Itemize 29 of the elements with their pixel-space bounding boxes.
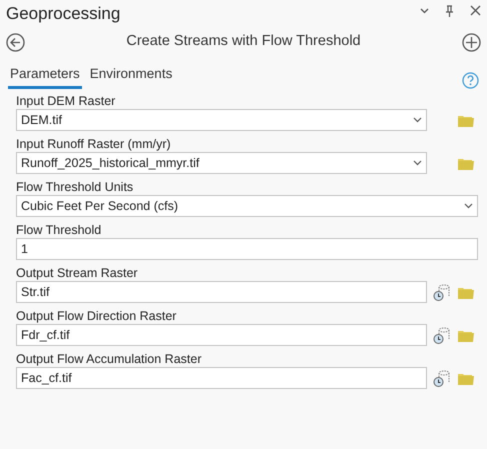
parameter-label: Input DEM Raster: [16, 93, 116, 109]
parameter-label: Flow Threshold Units: [16, 179, 134, 195]
parameter-label: Output Stream Raster: [16, 265, 139, 281]
help-button[interactable]: [462, 72, 479, 89]
dataset-button[interactable]: [433, 326, 450, 344]
close-button[interactable]: [470, 4, 481, 17]
tool-title: Create Streams with Flow Threshold: [126, 32, 361, 52]
tab[interactable]: Parameters: [8, 64, 82, 89]
back-button[interactable]: [6, 32, 25, 52]
input-field[interactable]: Fdr_cf.tif: [16, 324, 427, 346]
dropdown-field[interactable]: Cubic Feet Per Second (cfs): [16, 195, 478, 217]
dataset-button[interactable]: [433, 370, 450, 386]
dataset-button[interactable]: [433, 284, 450, 300]
caret-icon: [464, 203, 473, 209]
input-field[interactable]: Fac_cf.tif: [16, 367, 427, 389]
add-button[interactable]: [462, 32, 481, 52]
parameter-label: Output Flow Direction Raster: [16, 308, 178, 324]
input-field[interactable]: 1: [16, 238, 478, 260]
caret-icon: [413, 117, 422, 123]
tab[interactable]: Environments: [88, 64, 174, 89]
parameter-label: Flow Threshold: [16, 222, 102, 238]
input-field[interactable]: Str.tif: [16, 281, 427, 303]
parameter-label: Output Flow Accumulation Raster: [16, 351, 202, 367]
pin-button[interactable]: [445, 4, 454, 17]
dropdown-field[interactable]: DEM.tif: [16, 109, 427, 131]
caret-icon: [413, 160, 422, 166]
pane-title: Geoprocessing: [6, 4, 120, 24]
parameter-label: Input Runoff Raster (mm/yr): [16, 136, 172, 152]
dropdown-field[interactable]: Runoff_2025_historical_mmyr.tif: [16, 152, 427, 174]
